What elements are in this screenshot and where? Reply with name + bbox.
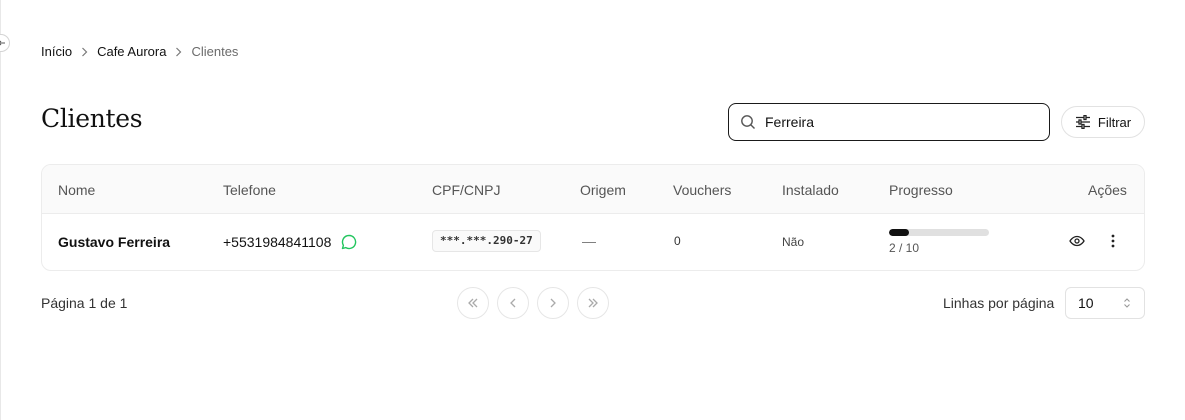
view-client-button[interactable] [1069, 233, 1085, 252]
whatsapp-icon[interactable] [341, 234, 357, 250]
first-page-button[interactable] [457, 287, 489, 319]
client-vouchers: 0 [674, 234, 681, 248]
table-row[interactable]: Gustavo Ferreira +5531984841108 ***.***.… [42, 214, 1144, 270]
search-field[interactable] [728, 103, 1050, 141]
column-header-acoes: Ações [1088, 182, 1127, 198]
column-header-progresso: Progresso [889, 182, 953, 198]
eye-icon [1069, 235, 1085, 247]
arrow-left-icon [0, 40, 5, 46]
page-title: Clientes [41, 104, 143, 133]
chevron-right-icon [175, 47, 182, 57]
phone-number: +5531984841108 [223, 234, 332, 250]
filter-label: Filtrar [1097, 114, 1132, 130]
progress-bar-fill [889, 229, 909, 236]
sliders-icon [1075, 115, 1090, 129]
breadcrumb-current: Clientes [191, 44, 239, 59]
rows-per-page-value: 10 [1078, 295, 1094, 311]
breadcrumb-home[interactable]: Início [41, 44, 72, 59]
rows-per-page-label: Linhas por página [943, 295, 1055, 311]
client-instalado: Não [782, 235, 805, 249]
column-header-cpf: CPF/CNPJ [432, 182, 501, 198]
previous-page-button[interactable] [497, 287, 529, 319]
column-header-vouchers: Vouchers [673, 182, 732, 198]
client-progress: 2 / 10 [889, 229, 990, 255]
client-phone: +5531984841108 [223, 234, 357, 250]
column-header-telefone: Telefone [223, 182, 276, 198]
chevron-updown-icon [1124, 298, 1130, 308]
collapse-sidebar-button[interactable] [0, 34, 10, 52]
pagination-info: Página 1 de 1 [41, 295, 128, 311]
breadcrumb-store[interactable]: Cafe Aurora [97, 44, 166, 59]
cpf-badge: ***.***.290-27 [432, 230, 541, 252]
progress-bar [889, 229, 989, 236]
breadcrumb: Início Cafe Aurora Clientes [41, 44, 238, 59]
column-header-nome: Nome [58, 182, 96, 198]
rows-per-page-select[interactable]: 10 [1065, 287, 1145, 319]
chevrons-right-icon [588, 298, 598, 308]
next-page-button[interactable] [537, 287, 569, 319]
column-header-instalado: Instalado [782, 182, 839, 198]
filter-button[interactable]: Filtrar [1061, 106, 1145, 138]
sidebar-edge [0, 0, 1, 420]
chevron-left-icon [510, 298, 516, 308]
search-input[interactable] [765, 114, 1035, 130]
table-header: Nome Telefone CPF/CNPJ Origem Vouchers I… [42, 165, 1144, 214]
chevron-right-icon [550, 298, 556, 308]
progress-text: 2 / 10 [889, 241, 920, 255]
column-header-origem: Origem [580, 182, 626, 198]
last-page-button[interactable] [577, 287, 609, 319]
clients-table: Nome Telefone CPF/CNPJ Origem Vouchers I… [41, 164, 1145, 271]
search-icon [741, 115, 755, 129]
client-origem: — [582, 233, 596, 249]
client-name[interactable]: Gustavo Ferreira [58, 234, 170, 250]
chevrons-left-icon [468, 298, 478, 308]
chevron-right-icon [81, 47, 88, 57]
pagination-controls [457, 287, 609, 319]
more-vertical-icon [1111, 234, 1115, 248]
row-actions-button[interactable] [1105, 233, 1121, 252]
